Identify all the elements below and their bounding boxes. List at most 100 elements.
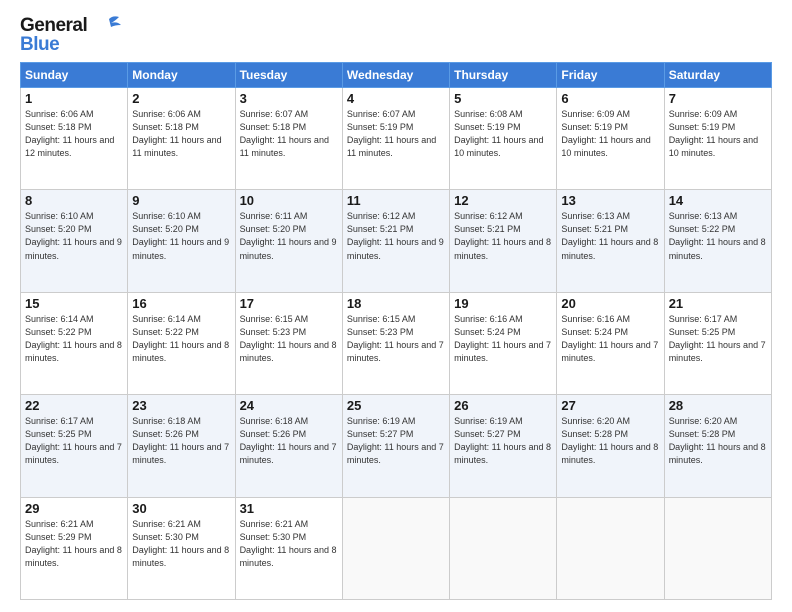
day-number: 13 xyxy=(561,193,659,208)
calendar-cell: 1 Sunrise: 6:06 AM Sunset: 5:18 PM Dayli… xyxy=(21,88,128,190)
sunset-label: Sunset: 5:30 PM xyxy=(132,532,199,542)
daylight-label: Daylight: 11 hours and 10 minutes. xyxy=(561,135,650,158)
calendar-cell: 26 Sunrise: 6:19 AM Sunset: 5:27 PM Dayl… xyxy=(450,395,557,497)
sunrise-label: Sunrise: 6:06 AM xyxy=(132,109,201,119)
calendar-header-wednesday: Wednesday xyxy=(342,63,449,88)
sunrise-label: Sunrise: 6:20 AM xyxy=(669,416,738,426)
day-number: 4 xyxy=(347,91,445,106)
day-number: 16 xyxy=(132,296,230,311)
day-number: 20 xyxy=(561,296,659,311)
daylight-label: Daylight: 11 hours and 9 minutes. xyxy=(347,237,444,260)
day-info: Sunrise: 6:08 AM Sunset: 5:19 PM Dayligh… xyxy=(454,108,552,160)
day-number: 27 xyxy=(561,398,659,413)
daylight-label: Daylight: 11 hours and 8 minutes. xyxy=(132,340,229,363)
sunset-label: Sunset: 5:29 PM xyxy=(25,532,92,542)
calendar-week-row: 29 Sunrise: 6:21 AM Sunset: 5:29 PM Dayl… xyxy=(21,497,772,599)
day-info: Sunrise: 6:17 AM Sunset: 5:25 PM Dayligh… xyxy=(25,415,123,467)
day-info: Sunrise: 6:19 AM Sunset: 5:27 PM Dayligh… xyxy=(454,415,552,467)
calendar-cell: 4 Sunrise: 6:07 AM Sunset: 5:19 PM Dayli… xyxy=(342,88,449,190)
sunset-label: Sunset: 5:19 PM xyxy=(669,122,736,132)
daylight-label: Daylight: 11 hours and 8 minutes. xyxy=(25,340,122,363)
sunrise-label: Sunrise: 6:20 AM xyxy=(561,416,630,426)
sunset-label: Sunset: 5:22 PM xyxy=(25,327,92,337)
sunrise-label: Sunrise: 6:21 AM xyxy=(25,519,94,529)
sunset-label: Sunset: 5:19 PM xyxy=(454,122,521,132)
day-number: 10 xyxy=(240,193,338,208)
calendar-header-sunday: Sunday xyxy=(21,63,128,88)
day-number: 17 xyxy=(240,296,338,311)
calendar-cell: 19 Sunrise: 6:16 AM Sunset: 5:24 PM Dayl… xyxy=(450,292,557,394)
day-info: Sunrise: 6:15 AM Sunset: 5:23 PM Dayligh… xyxy=(347,313,445,365)
calendar-table: SundayMondayTuesdayWednesdayThursdayFrid… xyxy=(20,62,772,600)
sunrise-label: Sunrise: 6:15 AM xyxy=(240,314,309,324)
sunrise-label: Sunrise: 6:09 AM xyxy=(669,109,738,119)
calendar-week-row: 1 Sunrise: 6:06 AM Sunset: 5:18 PM Dayli… xyxy=(21,88,772,190)
calendar-cell: 25 Sunrise: 6:19 AM Sunset: 5:27 PM Dayl… xyxy=(342,395,449,497)
day-info: Sunrise: 6:13 AM Sunset: 5:22 PM Dayligh… xyxy=(669,210,767,262)
sunset-label: Sunset: 5:23 PM xyxy=(347,327,414,337)
calendar-cell: 23 Sunrise: 6:18 AM Sunset: 5:26 PM Dayl… xyxy=(128,395,235,497)
calendar-cell xyxy=(664,497,771,599)
day-number: 21 xyxy=(669,296,767,311)
daylight-label: Daylight: 11 hours and 8 minutes. xyxy=(561,237,658,260)
calendar-cell: 9 Sunrise: 6:10 AM Sunset: 5:20 PM Dayli… xyxy=(128,190,235,292)
day-info: Sunrise: 6:11 AM Sunset: 5:20 PM Dayligh… xyxy=(240,210,338,262)
day-number: 12 xyxy=(454,193,552,208)
daylight-label: Daylight: 11 hours and 11 minutes. xyxy=(132,135,221,158)
sunset-label: Sunset: 5:20 PM xyxy=(132,224,199,234)
sunrise-label: Sunrise: 6:11 AM xyxy=(240,211,308,221)
sunset-label: Sunset: 5:21 PM xyxy=(561,224,628,234)
day-info: Sunrise: 6:13 AM Sunset: 5:21 PM Dayligh… xyxy=(561,210,659,262)
daylight-label: Daylight: 11 hours and 7 minutes. xyxy=(669,340,766,363)
day-info: Sunrise: 6:21 AM Sunset: 5:30 PM Dayligh… xyxy=(240,518,338,570)
daylight-label: Daylight: 11 hours and 9 minutes. xyxy=(132,237,229,260)
calendar-header-thursday: Thursday xyxy=(450,63,557,88)
day-number: 15 xyxy=(25,296,123,311)
sunrise-label: Sunrise: 6:17 AM xyxy=(25,416,94,426)
calendar-cell: 18 Sunrise: 6:15 AM Sunset: 5:23 PM Dayl… xyxy=(342,292,449,394)
calendar-header-row: SundayMondayTuesdayWednesdayThursdayFrid… xyxy=(21,63,772,88)
calendar-cell: 17 Sunrise: 6:15 AM Sunset: 5:23 PM Dayl… xyxy=(235,292,342,394)
sunrise-label: Sunrise: 6:19 AM xyxy=(454,416,523,426)
daylight-label: Daylight: 11 hours and 10 minutes. xyxy=(454,135,543,158)
sunset-label: Sunset: 5:28 PM xyxy=(669,429,736,439)
sunset-label: Sunset: 5:21 PM xyxy=(347,224,414,234)
sunset-label: Sunset: 5:25 PM xyxy=(25,429,92,439)
day-number: 29 xyxy=(25,501,123,516)
day-info: Sunrise: 6:14 AM Sunset: 5:22 PM Dayligh… xyxy=(25,313,123,365)
calendar-cell: 10 Sunrise: 6:11 AM Sunset: 5:20 PM Dayl… xyxy=(235,190,342,292)
day-number: 3 xyxy=(240,91,338,106)
sunrise-label: Sunrise: 6:13 AM xyxy=(669,211,738,221)
daylight-label: Daylight: 11 hours and 8 minutes. xyxy=(240,340,337,363)
day-info: Sunrise: 6:18 AM Sunset: 5:26 PM Dayligh… xyxy=(132,415,230,467)
day-number: 25 xyxy=(347,398,445,413)
sunrise-label: Sunrise: 6:16 AM xyxy=(561,314,630,324)
calendar-week-row: 22 Sunrise: 6:17 AM Sunset: 5:25 PM Dayl… xyxy=(21,395,772,497)
calendar-cell: 24 Sunrise: 6:18 AM Sunset: 5:26 PM Dayl… xyxy=(235,395,342,497)
calendar-cell: 20 Sunrise: 6:16 AM Sunset: 5:24 PM Dayl… xyxy=(557,292,664,394)
day-number: 9 xyxy=(132,193,230,208)
day-info: Sunrise: 6:21 AM Sunset: 5:30 PM Dayligh… xyxy=(132,518,230,570)
day-info: Sunrise: 6:19 AM Sunset: 5:27 PM Dayligh… xyxy=(347,415,445,467)
sunrise-label: Sunrise: 6:14 AM xyxy=(132,314,201,324)
day-info: Sunrise: 6:18 AM Sunset: 5:26 PM Dayligh… xyxy=(240,415,338,467)
sunrise-label: Sunrise: 6:10 AM xyxy=(25,211,94,221)
day-number: 7 xyxy=(669,91,767,106)
calendar-cell: 13 Sunrise: 6:13 AM Sunset: 5:21 PM Dayl… xyxy=(557,190,664,292)
sunrise-label: Sunrise: 6:16 AM xyxy=(454,314,523,324)
calendar-cell: 5 Sunrise: 6:08 AM Sunset: 5:19 PM Dayli… xyxy=(450,88,557,190)
calendar-cell xyxy=(557,497,664,599)
sunrise-label: Sunrise: 6:07 AM xyxy=(240,109,309,119)
sunrise-label: Sunrise: 6:06 AM xyxy=(25,109,94,119)
sunset-label: Sunset: 5:20 PM xyxy=(240,224,307,234)
calendar-cell: 16 Sunrise: 6:14 AM Sunset: 5:22 PM Dayl… xyxy=(128,292,235,394)
sunrise-label: Sunrise: 6:17 AM xyxy=(669,314,738,324)
day-number: 22 xyxy=(25,398,123,413)
day-info: Sunrise: 6:17 AM Sunset: 5:25 PM Dayligh… xyxy=(669,313,767,365)
day-number: 23 xyxy=(132,398,230,413)
day-info: Sunrise: 6:20 AM Sunset: 5:28 PM Dayligh… xyxy=(669,415,767,467)
sunset-label: Sunset: 5:28 PM xyxy=(561,429,628,439)
daylight-label: Daylight: 11 hours and 7 minutes. xyxy=(132,442,229,465)
sunset-label: Sunset: 5:19 PM xyxy=(561,122,628,132)
calendar-cell: 11 Sunrise: 6:12 AM Sunset: 5:21 PM Dayl… xyxy=(342,190,449,292)
